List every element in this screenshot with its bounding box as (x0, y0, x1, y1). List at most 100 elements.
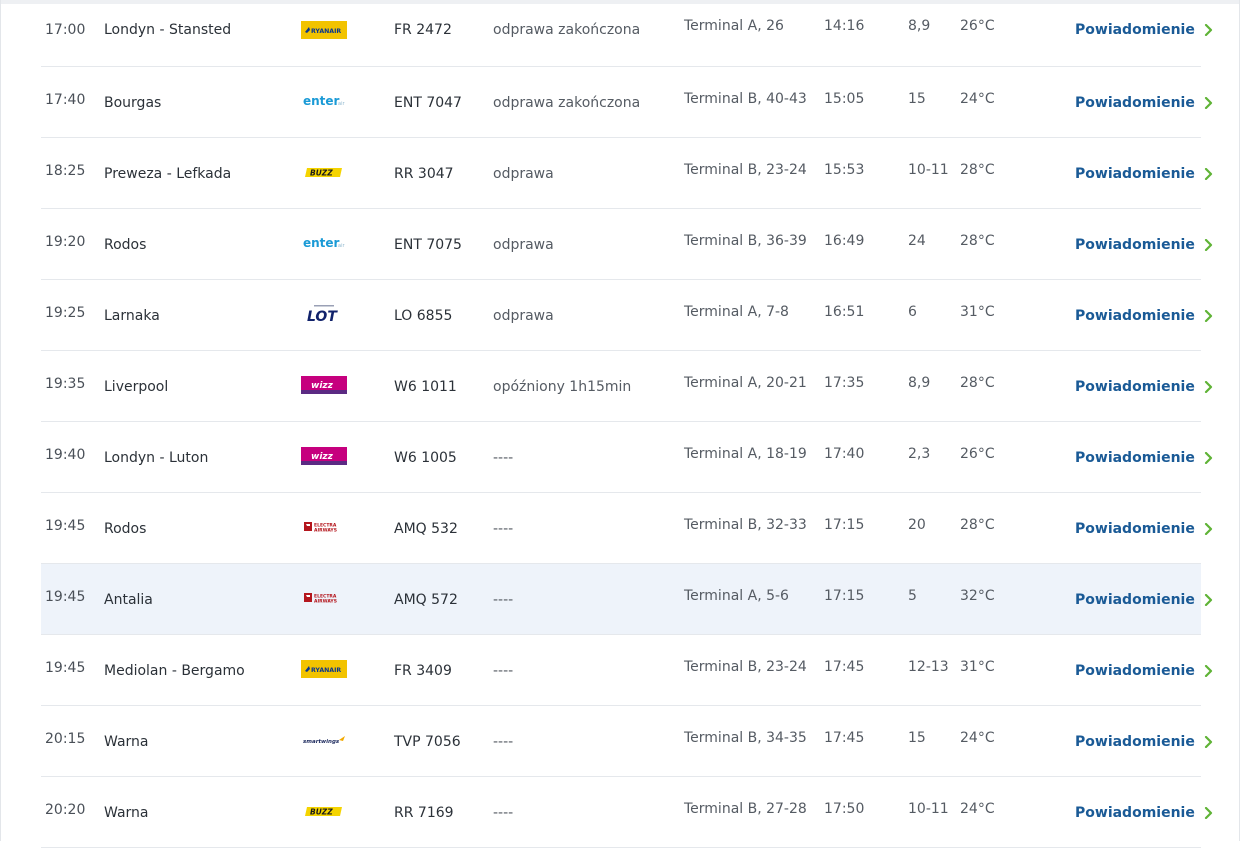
scheduled-time: 20:20 (45, 802, 86, 818)
chevron-right-icon (1204, 24, 1212, 36)
airline-logo: wizz (301, 447, 347, 465)
flight-status: ---- (493, 805, 514, 821)
enter-air-logo: enterair (303, 94, 345, 108)
scheduled-time: 19:45 (45, 518, 86, 534)
notification-link[interactable]: Powiadomienie (1075, 450, 1214, 466)
check-in-time: 17:45 (824, 659, 865, 675)
airline-logo: LOT (301, 305, 347, 325)
flight-status: ---- (493, 663, 514, 679)
chevron-right-icon (1204, 168, 1212, 180)
logo-text: LOT (307, 309, 338, 323)
notification-link[interactable]: Powiadomienie (1075, 663, 1214, 679)
notification-link[interactable]: Powiadomienie (1075, 805, 1214, 821)
chevron-right-icon (1204, 736, 1212, 748)
airline-logo: BUZZ (301, 802, 347, 820)
scheduled-time: 19:25 (45, 305, 86, 321)
check-in-time: 17:45 (824, 730, 865, 746)
logo-text: BUZZ (310, 808, 333, 817)
notification-label: Powiadomienie (1075, 521, 1195, 537)
notification-link[interactable]: Powiadomienie (1075, 166, 1214, 182)
logo-text: RYANAIR (311, 667, 341, 674)
notification-label: Powiadomienie (1075, 663, 1195, 679)
wizz-logo: wizz (301, 447, 347, 465)
gate: 2,3 (908, 446, 931, 462)
notification-label: Powiadomienie (1075, 450, 1195, 466)
destination-temperature: 28°C (960, 162, 995, 178)
airline-logo: BUZZ (301, 163, 347, 181)
departures-board: 17:00 Londyn - Stansted RYANAIR FR 2472 … (41, 0, 1212, 848)
scheduled-time: 19:20 (45, 234, 86, 250)
notification-link[interactable]: Powiadomienie (1075, 379, 1214, 395)
flight-status: odprawa zakończona (493, 22, 641, 38)
destination-temperature: 31°C (960, 659, 995, 675)
airline-logo: RYANAIR (301, 660, 347, 678)
destination: Bourgas (104, 95, 162, 111)
destination: Rodos (104, 521, 147, 537)
check-in-terminal: Terminal A, 5-6 (684, 588, 789, 604)
check-in-terminal: Terminal B, 40-43 (684, 91, 807, 107)
logo-text: air (338, 101, 345, 107)
notification-link[interactable]: Powiadomienie (1075, 95, 1214, 111)
destination: Preweza - Lefkada (104, 166, 232, 182)
logo-text: enter (303, 236, 340, 250)
chevron-right-icon (1204, 665, 1212, 677)
electra-logo: ELECTRAAIRWAYS (304, 522, 337, 534)
logo-text: wizz (311, 381, 334, 391)
check-in-time: 16:51 (824, 304, 865, 320)
destination: Rodos (104, 237, 147, 253)
notification-link[interactable]: Powiadomienie (1075, 592, 1214, 608)
flight-row: 19:20 Rodos enter air ENT 7075 odprawa Te… (41, 209, 1212, 280)
notification-label: Powiadomienie (1075, 734, 1195, 750)
destination: Londyn - Stansted (104, 22, 232, 38)
destination-temperature: 28°C (960, 233, 995, 249)
flight-status: ---- (493, 592, 514, 608)
flight-number: RR 7169 (394, 805, 454, 821)
ryanair-logo: RYANAIR (301, 21, 347, 39)
flight-status: ---- (493, 734, 514, 750)
notification-label: Powiadomienie (1075, 95, 1195, 111)
electra-logo: ELECTRAAIRWAYS (304, 593, 337, 605)
check-in-time: 17:15 (824, 588, 865, 604)
scheduled-time: 19:40 (45, 447, 86, 463)
scheduled-time: 18:25 (45, 163, 86, 179)
notification-link[interactable]: Powiadomienie (1075, 237, 1214, 253)
destination-temperature: 24°C (960, 91, 995, 107)
flight-row: 19:45 Rodos ELECTRA AIRWAYS AMQ 532 ---- … (41, 493, 1212, 564)
enter-air-logo: enterair (303, 236, 345, 250)
flight-row: 17:00 Londyn - Stansted RYANAIR FR 2472 … (41, 0, 1212, 67)
logo-text: RYANAIR (311, 28, 341, 35)
notification-link[interactable]: Powiadomienie (1075, 734, 1214, 750)
flight-number: W6 1005 (394, 450, 457, 466)
flight-row: 17:40 Bourgas enter air ENT 7047 odprawa … (41, 67, 1212, 138)
chevron-right-icon (1204, 310, 1212, 322)
logo-text: AIRWAYS (314, 528, 337, 534)
check-in-terminal: Terminal A, 18-19 (684, 446, 807, 462)
check-in-terminal: Terminal A, 26 (684, 18, 784, 34)
destination: Larnaka (104, 308, 160, 324)
notification-link[interactable]: Powiadomienie (1075, 308, 1214, 324)
flight-number: ENT 7047 (394, 95, 462, 111)
notification-link[interactable]: Powiadomienie (1075, 521, 1214, 537)
flight-number: AMQ 572 (394, 592, 458, 608)
destination-temperature: 31°C (960, 304, 995, 320)
scheduled-time: 17:00 (45, 22, 86, 38)
airline-logo: RYANAIR (301, 21, 347, 39)
chevron-right-icon (1204, 807, 1212, 819)
check-in-time: 17:50 (824, 801, 865, 817)
notification-label: Powiadomienie (1075, 237, 1195, 253)
flight-status: odprawa (493, 166, 554, 182)
destination-temperature: 24°C (960, 801, 995, 817)
check-in-terminal: Terminal A, 20-21 (684, 375, 807, 391)
flight-number: FR 3409 (394, 663, 452, 679)
logo-text: smartwings (303, 739, 340, 745)
flight-number: LO 6855 (394, 308, 453, 324)
flight-row: 19:45 Antalia ELECTRA AIRWAYS AMQ 572 ---… (41, 564, 1212, 635)
logo-text: enter (303, 94, 340, 108)
check-in-terminal: Terminal B, 34-35 (684, 730, 807, 746)
destination: Antalia (104, 592, 153, 608)
ryanair-logo: RYANAIR (301, 660, 347, 678)
chevron-right-icon (1204, 381, 1212, 393)
notification-link[interactable]: Powiadomienie (1075, 22, 1214, 38)
flight-number: RR 3047 (394, 166, 454, 182)
flight-status: ---- (493, 521, 514, 537)
